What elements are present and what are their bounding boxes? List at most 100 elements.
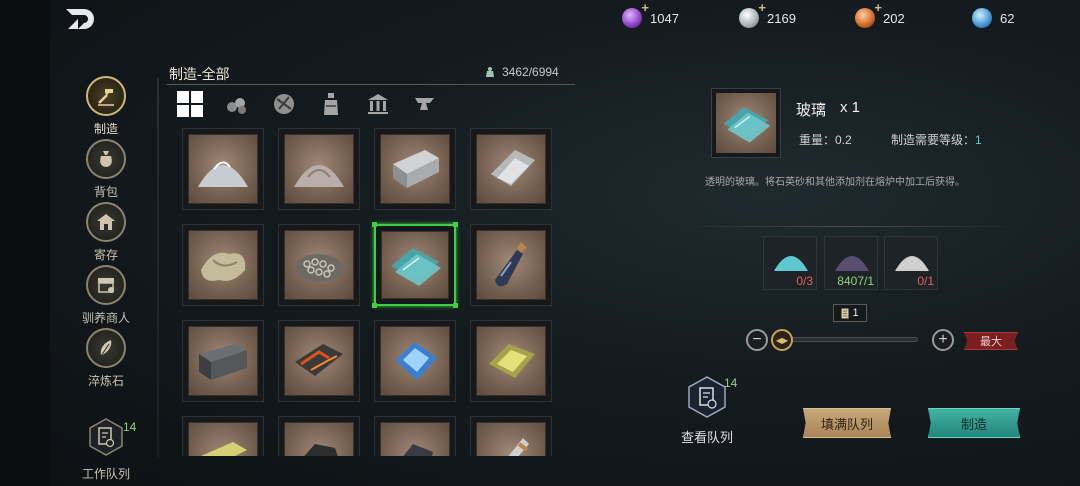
dark-flask-item[interactable]	[470, 224, 552, 306]
selected-item-quantity: x 1	[840, 99, 861, 116]
coal-item[interactable]	[278, 416, 360, 456]
purple-orb-icon: +	[622, 0, 649, 28]
bag-icon	[86, 139, 126, 179]
weight-value: 3462/6994	[502, 65, 559, 79]
blue-gem-icon	[972, 8, 992, 28]
sidebar-item-storage[interactable]: 寄存	[68, 202, 144, 263]
material-count: 0/3	[796, 274, 813, 288]
sidebar-item-bag[interactable]: 背包	[68, 139, 144, 200]
material-owned: 8407/1	[837, 274, 874, 288]
material-slot-quartz-sand[interactable]: 0/3	[763, 236, 817, 290]
metal-sheet-item[interactable]	[470, 128, 552, 210]
blue-crystal-item[interactable]	[374, 320, 456, 402]
selected-item-name: 玻璃	[796, 102, 827, 119]
slider-handle[interactable]: ◀▶	[771, 329, 793, 351]
sidebar-item-merchant[interactable]: 驯养商人	[68, 265, 144, 326]
required-level: 制造需要等级：1	[891, 131, 982, 148]
craft-button[interactable]: 制造	[928, 408, 1020, 438]
stone-powder-item[interactable]	[278, 128, 360, 210]
tab-weapons[interactable]	[409, 88, 441, 120]
currency-silver[interactable]: + 2169	[739, 0, 796, 28]
item-grid	[180, 126, 560, 456]
weight-icon	[486, 67, 494, 77]
queue-hexagon-icon	[89, 418, 123, 456]
selection-corner	[372, 222, 377, 227]
steel-ingot-item[interactable]	[182, 320, 264, 402]
hammer-icon	[86, 76, 126, 116]
category-tabs	[174, 88, 441, 120]
silver-powder-icon	[895, 256, 929, 271]
sidebar-item-label: 寄存	[93, 248, 118, 262]
material-slot-silver-powder[interactable]: 0/1	[884, 236, 938, 290]
queue-hexagon-icon	[688, 376, 726, 418]
selected-item-thumbnail	[711, 88, 781, 158]
dagger-item[interactable]	[470, 416, 552, 456]
tab-all[interactable]	[174, 88, 206, 120]
quartz-sand-icon	[774, 256, 808, 271]
gold-bar-item[interactable]	[182, 416, 264, 456]
purple-powder-icon	[835, 256, 869, 271]
panel-title: 制造-全部	[169, 66, 230, 82]
materials-divider	[678, 226, 1022, 227]
sidebar-item-temper-stone[interactable]: 淬炼石	[68, 328, 144, 389]
quantity-value: 1	[852, 307, 859, 319]
sidebar-item-label: 背包	[93, 185, 118, 199]
tab-buildings[interactable]	[362, 88, 394, 120]
currency-copper[interactable]: + 202	[855, 0, 905, 28]
iron-ingot-item[interactable]	[374, 128, 456, 210]
quantity-slider[interactable]	[772, 337, 918, 342]
silver-powder-item[interactable]	[182, 128, 264, 210]
back-icon[interactable]	[64, 6, 100, 32]
sidebar-item-label: 淬炼石	[87, 374, 124, 388]
currency-value: 1047	[650, 10, 679, 26]
item-weight: 重量：0.2	[799, 133, 852, 147]
magma-ingot-item[interactable]	[278, 320, 360, 402]
weight-info: 3462/6994	[484, 65, 559, 79]
tab-potions[interactable]	[315, 88, 347, 120]
merchant-icon	[86, 265, 126, 305]
view-queue-label: 查看队列	[680, 430, 733, 445]
glass-item[interactable]	[372, 222, 458, 308]
dark-ore-item[interactable]	[374, 416, 456, 456]
glass-icon	[723, 107, 771, 143]
title-divider	[167, 84, 575, 85]
logs-icon	[227, 98, 246, 114]
sidebar-item-label: 工作队列	[81, 467, 130, 481]
selection-corner	[372, 303, 377, 308]
sidebar-divider	[157, 78, 159, 458]
required-level-label: 制造需要等级：	[891, 133, 976, 147]
ore-icon	[274, 94, 294, 114]
tab-ores[interactable]	[268, 88, 300, 120]
potion-icon	[324, 93, 338, 115]
plus-icon: +	[938, 331, 948, 348]
copper-coin-icon: +	[855, 0, 882, 28]
currency-value: 202	[883, 10, 905, 26]
queue-count-badge: 14	[123, 420, 137, 434]
fill-queue-button[interactable]: 填满队列	[803, 408, 891, 438]
material-count: 0/1	[917, 274, 934, 288]
cloth-item[interactable]	[182, 224, 264, 306]
sidebar-item-craft[interactable]: 制造	[68, 76, 144, 137]
material-count: 8407/1	[837, 274, 874, 288]
quantity-display: 1	[833, 304, 867, 322]
queue-count-badge: 14	[724, 376, 738, 390]
building-icon	[368, 94, 388, 114]
currency-blue[interactable]: 62	[972, 8, 1014, 28]
currency-purple[interactable]: + 1047	[622, 0, 679, 28]
increase-quantity-button[interactable]: +	[932, 329, 954, 351]
max-quantity-button[interactable]: 最大	[964, 332, 1018, 350]
decrease-quantity-button[interactable]: −	[746, 329, 768, 351]
material-slot-additive[interactable]: 8407/1	[824, 236, 878, 290]
selection-corner	[453, 303, 458, 308]
gold-nugget-item[interactable]	[470, 320, 552, 402]
tab-materials[interactable]	[221, 88, 253, 120]
required-level-value: 1	[975, 133, 982, 147]
scroll-icon	[841, 308, 849, 318]
currency-value: 2169	[767, 10, 796, 26]
minus-icon: −	[752, 331, 762, 348]
currency-value: 62	[1000, 10, 1015, 26]
grid-all-icon	[177, 91, 203, 117]
item-description: 透明的玻璃。将石英砂和其他添加剂在熔炉中加工后获得。	[705, 177, 965, 188]
chainmail-item[interactable]	[278, 224, 360, 306]
sidebar-item-label: 制造	[93, 122, 118, 136]
